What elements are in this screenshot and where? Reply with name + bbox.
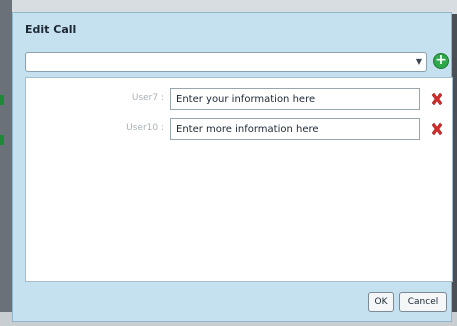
background-app-sidebar	[0, 0, 12, 326]
call-select-dropdown[interactable]: ▼	[25, 52, 427, 72]
remove-user-icon[interactable]	[430, 92, 444, 106]
user-info-input[interactable]	[170, 88, 420, 110]
chevron-down-icon[interactable]: ▼	[416, 57, 422, 67]
edit-call-dialog: Edit Call ▼ + User7 : User10 : OK Cancel	[12, 12, 453, 322]
add-user-button[interactable]: +	[433, 53, 449, 69]
user-info-input[interactable]	[170, 118, 420, 140]
ok-button[interactable]: OK	[368, 292, 394, 312]
remove-user-icon[interactable]	[430, 122, 444, 136]
user-row: User7 :	[26, 88, 452, 110]
background-indicator	[0, 95, 4, 105]
user-label: User10 :	[126, 123, 164, 133]
user-list-panel: User7 : User10 :	[25, 77, 453, 282]
dialog-title: Edit Call	[25, 23, 77, 36]
user-label: User7 :	[131, 93, 164, 103]
user-row: User10 :	[26, 118, 452, 140]
plus-icon: +	[435, 52, 447, 68]
background-indicator	[0, 135, 4, 145]
cancel-button[interactable]: Cancel	[399, 292, 447, 312]
